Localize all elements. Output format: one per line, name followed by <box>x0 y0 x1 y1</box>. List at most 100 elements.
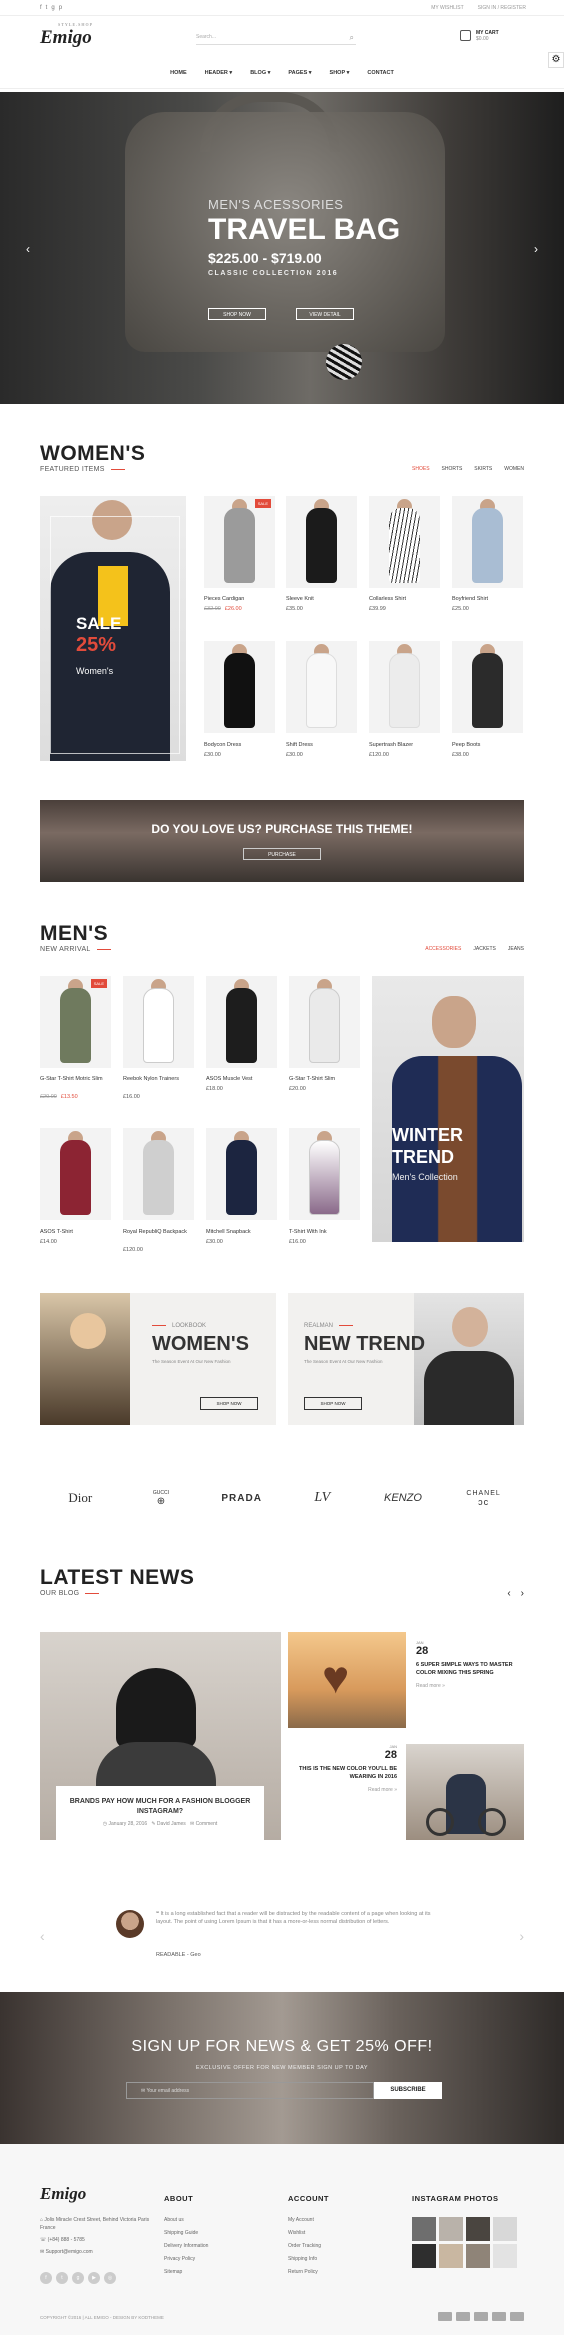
product-name[interactable]: Royal RepubliQ Backpack <box>123 1229 195 1235</box>
product-name[interactable]: Supertrash Blazer <box>369 742 413 748</box>
google-plus-icon[interactable]: g <box>51 5 54 11</box>
instagram-photo[interactable] <box>412 2244 436 2268</box>
product-image[interactable]: SALE <box>40 976 111 1068</box>
facebook-icon[interactable]: f <box>40 5 42 11</box>
purchase-button[interactable]: PURCHASE <box>243 848 321 860</box>
promo-shop-button[interactable]: SHOP NOW <box>304 1397 362 1410</box>
brand-lv[interactable]: LV <box>292 1490 352 1506</box>
cart[interactable]: MY CART $0.00 <box>460 30 499 42</box>
brand-prada[interactable]: PRADA <box>212 1493 272 1504</box>
footer-link[interactable]: Delivery Information <box>164 2243 208 2249</box>
footer-link[interactable]: Sitemap <box>164 2269 208 2275</box>
promo-womens[interactable]: LOOKBOOK WOMEN'S The Season Event At Our… <box>40 1293 276 1425</box>
signin-link[interactable]: SIGN IN / REGISTER <box>478 5 526 11</box>
news-main-post[interactable]: BRANDS PAY HOW MUCH FOR A FASHION BLOGGE… <box>40 1632 281 1840</box>
instagram-photo[interactable] <box>466 2217 490 2241</box>
product-image[interactable] <box>452 641 523 733</box>
nav-home[interactable]: HOME <box>170 70 187 76</box>
product-image[interactable]: SALE <box>204 496 275 588</box>
news-next-icon[interactable]: › <box>521 1588 524 1599</box>
nav-header[interactable]: HEADER ▾ <box>205 70 233 76</box>
nav-pages[interactable]: PAGES ▾ <box>288 70 311 76</box>
product-name[interactable]: ASOS T-Shirt <box>40 1229 73 1235</box>
tab-shoes[interactable]: SHOES <box>412 466 430 472</box>
brand-gucci[interactable]: GUCCI ⊕ <box>131 1490 191 1507</box>
product-name[interactable]: ASOS Muscle Vest <box>206 1076 252 1082</box>
nav-shop[interactable]: SHOP ▾ <box>330 70 350 76</box>
youtube-icon[interactable]: ▶ <box>88 2272 100 2284</box>
product-image[interactable] <box>286 641 357 733</box>
email-field[interactable]: ✉ Your email address <box>126 2082 374 2099</box>
product-image[interactable] <box>289 976 360 1068</box>
tab-women[interactable]: WOMEN <box>504 466 524 472</box>
product-name[interactable]: Mitchell Snapback <box>206 1229 251 1235</box>
product-image[interactable] <box>40 1128 111 1220</box>
footer-link[interactable]: Shipping Guide <box>164 2230 208 2236</box>
brand-dior[interactable]: Dior <box>50 1490 110 1506</box>
brand-chanel[interactable]: CHANEL ↄc <box>454 1490 514 1507</box>
instagram-photo[interactable] <box>439 2244 463 2268</box>
product-image[interactable] <box>286 496 357 588</box>
footer-link[interactable]: Order Tracking <box>288 2243 329 2249</box>
product-image[interactable] <box>123 1128 194 1220</box>
pinterest-icon[interactable]: p <box>59 5 62 11</box>
product-name[interactable]: Peep Boots <box>452 742 480 748</box>
product-name[interactable]: Collarless Shirt <box>369 596 406 602</box>
testimonial-prev-icon[interactable]: ‹ <box>40 1928 45 1944</box>
brand-kenzo[interactable]: KENZO <box>373 1492 433 1504</box>
product-image[interactable] <box>289 1128 360 1220</box>
view-detail-button[interactable]: VIEW DETAIL <box>296 308 354 320</box>
nav-contact[interactable]: CONTACT <box>367 70 393 76</box>
cart-icon[interactable] <box>460 30 471 41</box>
women-sale-banner[interactable]: SALE 25% Women's <box>40 496 186 761</box>
google-plus-icon[interactable]: g <box>72 2272 84 2284</box>
footer-link[interactable]: Privacy Policy <box>164 2256 208 2262</box>
product-image[interactable] <box>204 641 275 733</box>
next-arrow-icon[interactable]: › <box>534 242 538 256</box>
subscribe-button[interactable]: SUBSCRIBE <box>374 2082 442 2099</box>
news-prev-icon[interactable]: ‹ <box>507 1588 510 1599</box>
instagram-photo[interactable] <box>493 2244 517 2268</box>
search-icon[interactable]: ⌕ <box>350 33 354 43</box>
tab-accessories[interactable]: ACCESSORIES <box>425 946 461 952</box>
product-image[interactable] <box>206 1128 277 1220</box>
instagram-photo[interactable] <box>412 2217 436 2241</box>
settings-gear-icon[interactable]: ⚙ <box>548 52 564 68</box>
search-input[interactable]: Search... ⌕ <box>196 31 356 45</box>
product-name[interactable]: Shift Dress <box>286 742 313 748</box>
footer-link[interactable]: About us <box>164 2217 208 2223</box>
product-image[interactable] <box>369 496 440 588</box>
nav-blog[interactable]: BLOG ▾ <box>250 70 270 76</box>
promo-shop-button[interactable]: SHOP NOW <box>200 1397 258 1410</box>
product-name[interactable]: T-Shirt With Ink <box>289 1229 327 1235</box>
prev-arrow-icon[interactable]: ‹ <box>26 242 30 256</box>
product-image[interactable] <box>369 641 440 733</box>
product-name[interactable]: G-Star T-Shirt Slim <box>289 1076 335 1082</box>
product-name[interactable]: Pieces Cardigan <box>204 596 244 602</box>
dribbble-icon[interactable]: ◎ <box>104 2272 116 2284</box>
footer-logo[interactable]: Emigo <box>40 2184 86 2204</box>
news-image[interactable] <box>406 1744 524 1840</box>
tab-jeans[interactable]: JEANS <box>508 946 524 952</box>
product-name[interactable]: Boyfriend Shirt <box>452 596 488 602</box>
product-image[interactable] <box>206 976 277 1068</box>
read-more-link[interactable]: Read more » <box>288 1787 397 1793</box>
logo[interactable]: STYLE.SHOP Emigo <box>40 22 92 49</box>
instagram-photo[interactable] <box>466 2244 490 2268</box>
shop-now-button[interactable]: SHOP NOW <box>208 308 266 320</box>
footer-link[interactable]: My Account <box>288 2217 329 2223</box>
news-item-title[interactable]: 6 SUPER SIMPLE WAYS TO MASTER COLOR MIXI… <box>416 1661 531 1677</box>
product-image[interactable] <box>123 976 194 1068</box>
twitter-icon[interactable]: t <box>46 5 48 11</box>
news-item-title[interactable]: THIS IS THE NEW COLOR YOU'LL BE WEARING … <box>288 1765 397 1781</box>
read-more-link[interactable]: Read more » <box>416 1683 531 1689</box>
testimonial-next-icon[interactable]: › <box>519 1928 524 1944</box>
tab-skirts[interactable]: SKIRTS <box>474 466 492 472</box>
instagram-photo[interactable] <box>439 2217 463 2241</box>
product-name[interactable]: G-Star T-Shirt Motric Slim <box>40 1076 112 1082</box>
product-name[interactable]: Reebok Nylon Trainers <box>123 1076 195 1082</box>
tab-jackets[interactable]: JACKETS <box>473 946 496 952</box>
news-main-title[interactable]: BRANDS PAY HOW MUCH FOR A FASHION BLOGGE… <box>56 1797 264 1817</box>
footer-email[interactable]: ✉ Support@emigo.com <box>40 2248 150 2256</box>
tab-shorts[interactable]: SHORTS <box>442 466 463 472</box>
